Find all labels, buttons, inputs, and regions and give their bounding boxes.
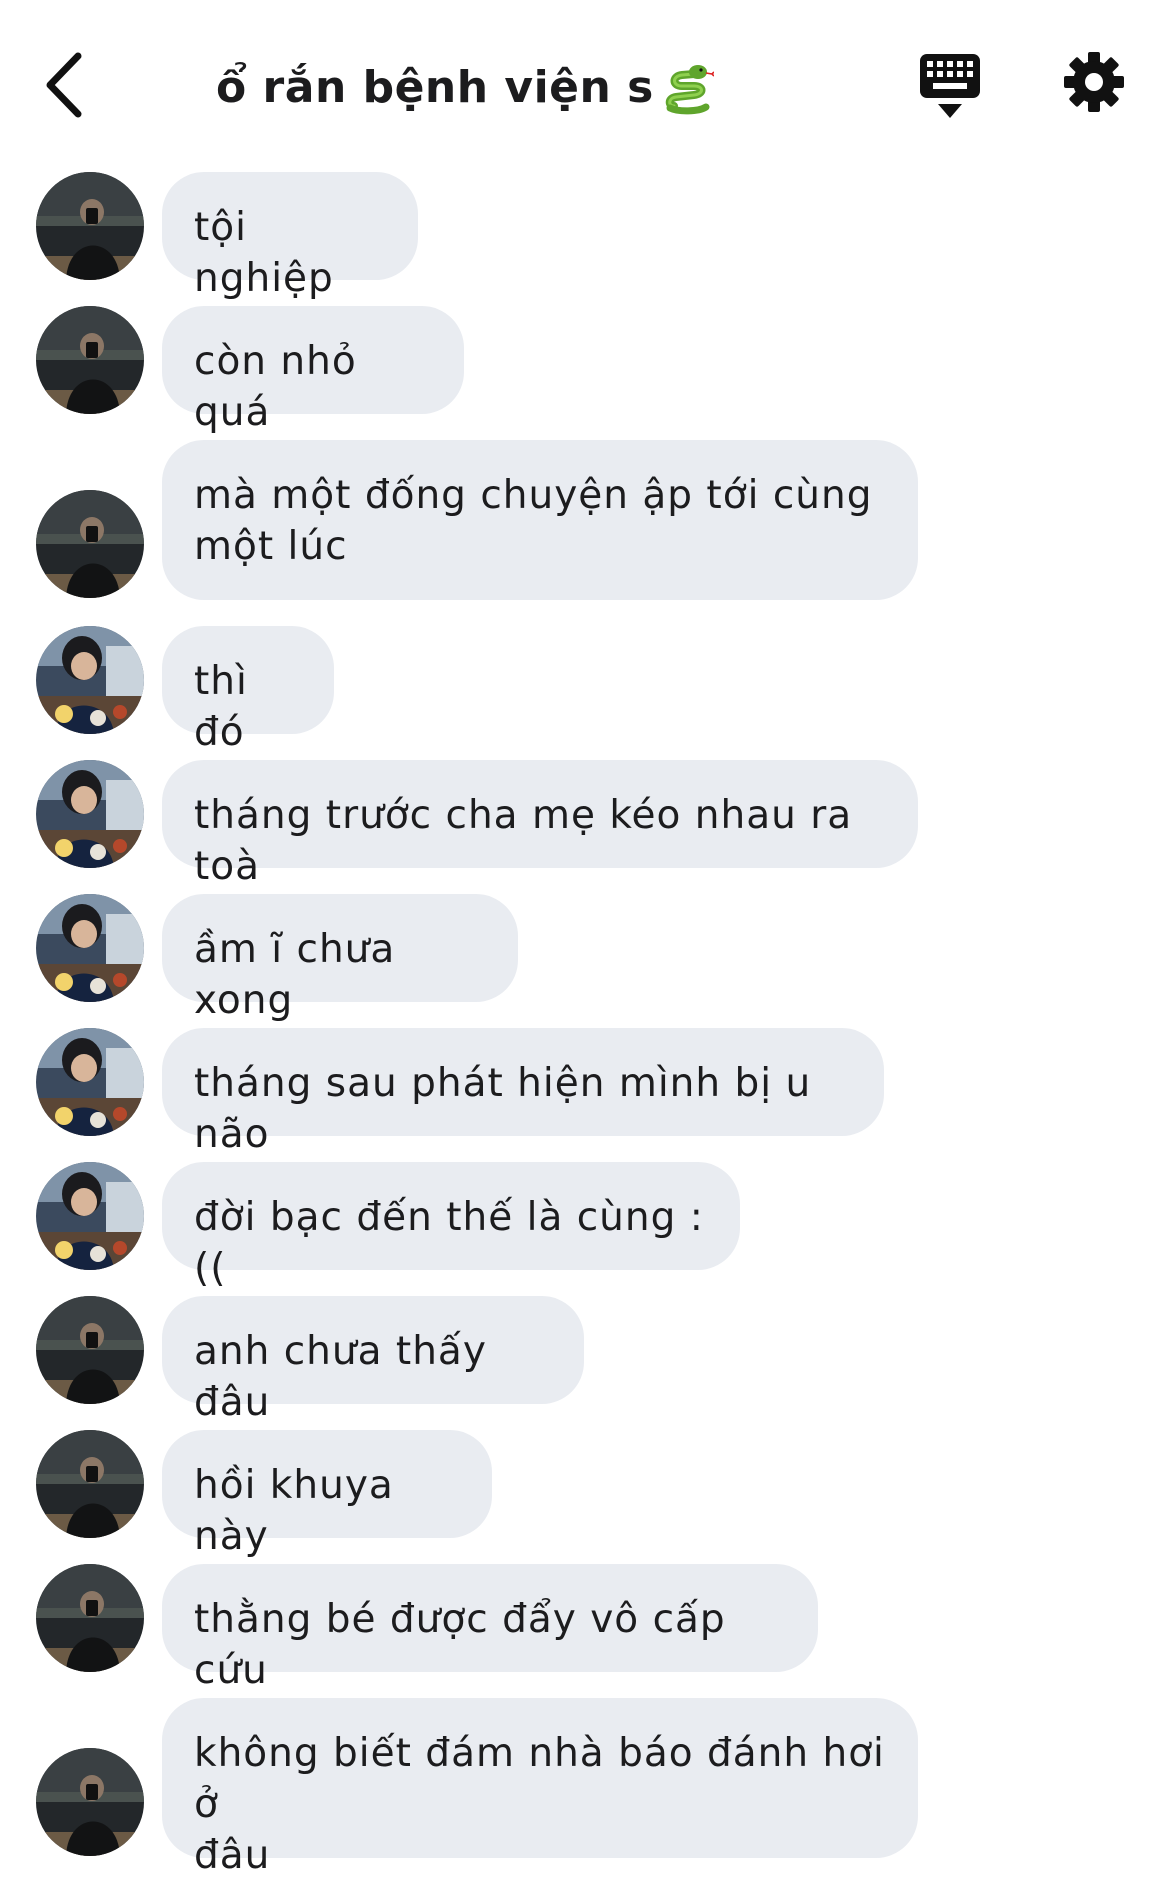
message-text: mà một đống chuyện ập tới cùng một lúc — [194, 473, 873, 569]
message-row: thì đó — [0, 626, 1170, 755]
message-bubble[interactable]: thì đó — [162, 626, 334, 755]
message-row: đời bạc đến thế là cùng :(( — [0, 1162, 1170, 1291]
message-text: tháng sau phát hiện mình bị u não — [194, 1061, 825, 1157]
avatar[interactable] — [36, 1430, 144, 1538]
message-bubble[interactable]: còn nhỏ quá — [162, 306, 464, 435]
message-bubble[interactable]: tháng trước cha mẹ kéo nhau ra toà — [162, 760, 918, 889]
message-row: tháng sau phát hiện mình bị u não — [0, 1028, 1170, 1157]
message-text: tháng trước cha mẹ kéo nhau ra toà — [194, 793, 866, 889]
avatar[interactable] — [36, 1028, 144, 1136]
avatar[interactable] — [36, 626, 144, 734]
avatar[interactable] — [36, 894, 144, 1002]
message-row: ầm ĩ chưa xong — [0, 894, 1170, 1023]
message-bubble[interactable]: đời bạc đến thế là cùng :(( — [162, 1162, 740, 1291]
avatar[interactable] — [36, 1564, 144, 1672]
message-bubble[interactable]: không biết đám nhà báo đánh hơi ở đâu — [162, 1698, 918, 1878]
message-row: còn nhỏ quá — [0, 306, 1170, 435]
message-text: thì đó — [194, 659, 262, 755]
message-row: hồi khuya này — [0, 1430, 1170, 1559]
avatar[interactable] — [36, 1162, 144, 1270]
message-row: không biết đám nhà báo đánh hơi ở đâu — [0, 1698, 1170, 1878]
message-bubble[interactable]: anh chưa thấy đâu — [162, 1296, 584, 1425]
message-bubble[interactable]: thằng bé được đẩy vô cấp cứu — [162, 1564, 818, 1693]
message-text: không biết đám nhà báo đánh hơi ở đâu — [194, 1731, 885, 1878]
message-text: hồi khuya này — [194, 1463, 408, 1559]
message-bubble[interactable]: mà một đống chuyện ập tới cùng một lúc — [162, 440, 918, 600]
avatar[interactable] — [36, 490, 144, 598]
message-text: anh chưa thấy đâu — [194, 1329, 501, 1425]
avatar[interactable] — [36, 1296, 144, 1404]
message-row: mà một đống chuyện ập tới cùng một lúc — [0, 440, 1170, 600]
avatar[interactable] — [36, 172, 144, 280]
avatar[interactable] — [36, 1748, 144, 1856]
message-text: ầm ĩ chưa xong — [194, 927, 409, 1023]
message-row: tháng trước cha mẹ kéo nhau ra toà — [0, 760, 1170, 889]
message-list: tội nghiệp còn nhỏ quá mà một đống chuyện … — [0, 0, 1170, 1885]
message-text: còn nhỏ quá — [194, 339, 371, 435]
message-bubble[interactable]: ầm ĩ chưa xong — [162, 894, 518, 1023]
message-bubble[interactable]: hồi khuya này — [162, 1430, 492, 1559]
message-bubble[interactable]: tháng sau phát hiện mình bị u não — [162, 1028, 884, 1157]
message-row: tội nghiệp — [0, 172, 1170, 301]
message-row: thằng bé được đẩy vô cấp cứu — [0, 1564, 1170, 1693]
avatar[interactable] — [36, 306, 144, 414]
message-bubble[interactable]: tội nghiệp — [162, 172, 418, 301]
message-text: đời bạc đến thế là cùng :(( — [194, 1195, 704, 1291]
message-row: anh chưa thấy đâu — [0, 1296, 1170, 1425]
message-text: tội nghiệp — [194, 205, 334, 301]
avatar[interactable] — [36, 760, 144, 868]
message-text: thằng bé được đẩy vô cấp cứu — [194, 1597, 740, 1693]
